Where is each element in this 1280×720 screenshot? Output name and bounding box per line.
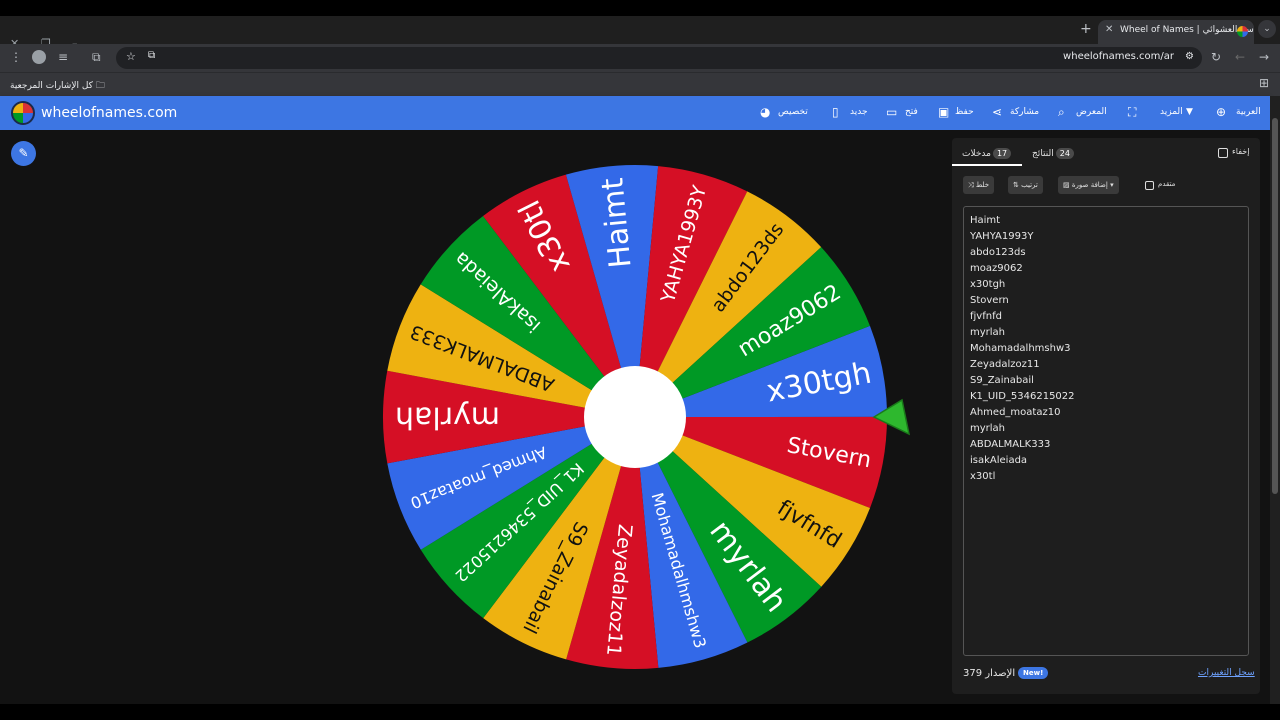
entry-line: ABDALMALK333 [970,439,1051,450]
shuffle-icon: ⤨ [968,181,974,189]
hide-label: إخفاء [1232,147,1250,156]
entry-line: x30tl [970,471,996,482]
sort-button[interactable]: ⇅ ترتيب [1008,176,1043,194]
tab-results[interactable]: النتائج 24 [1032,148,1076,159]
page-scrollbar[interactable] [1270,96,1280,704]
bottom-edge [0,704,1280,720]
entry-line: moaz9062 [970,263,1023,274]
entry-line: x30tgh [970,279,1006,290]
entries-tab-label: مدخلات [962,149,991,159]
entries-textarea[interactable]: Haimt YAHYA1993Y abdo123ds moaz9062 x30tgh St… [963,206,1249,656]
entry-line: Haimt [970,215,1001,226]
sort-label: ترتيب [1021,181,1038,189]
entry-line: isakAleiada [970,455,1028,466]
entries-count-badge: 17 [992,148,1012,159]
entry-line: Stovern [970,295,1009,306]
shuffle-label: خلط [975,181,990,189]
add-image-button[interactable]: ▨ إضافة صورة ▾ [1058,176,1119,194]
entries-panel: مدخلات 17 النتائج 24 إخفاء ⤨ خلط ⇅ ترتيب ▨… [952,138,1260,694]
entry-line: K1_UID_5346215022 [970,391,1075,402]
active-tab-indicator [952,164,1022,166]
entry-line: abdo123ds [970,247,1026,258]
entry-line: Mohamadalhmshw3 [970,343,1071,354]
entry-line: myrlah [970,327,1006,338]
entry-line: Ahmed_moataz10 [970,407,1061,418]
caret-down-icon: ▾ [1110,181,1114,189]
entry-line: YAHYA1993Y [970,231,1034,242]
wheel-segment-label: myrlah [395,400,500,435]
wheel-center-button[interactable] [584,366,686,468]
new-badge[interactable]: New! [1018,667,1049,679]
version-label: 379 الإصدار [963,668,1016,679]
entry-line: S9_Zainabail [970,375,1034,386]
advanced-checkbox[interactable] [1145,181,1154,190]
hide-checkbox[interactable] [1218,148,1228,158]
tab-entries[interactable]: مدخلات 17 [962,148,1013,159]
entry-line: Zeyadalzoz11 [970,359,1040,370]
results-tab-label: النتائج [1032,149,1054,159]
results-count-badge: 24 [1055,148,1074,159]
sort-icon: ⇅ [1013,181,1019,189]
scrollbar-thumb[interactable] [1272,118,1278,494]
entry-line: myrlah [970,423,1006,434]
advanced-label: متقدم [1158,180,1176,188]
changelog-link[interactable]: سجل التغييرات [1198,668,1255,678]
add-image-label: إضافة صورة [1071,181,1108,189]
entries-list: Haimt YAHYA1993Y abdo123ds moaz9062 x30tgh St… [970,213,1242,485]
shuffle-button[interactable]: ⤨ خلط [963,176,995,194]
image-icon: ▨ [1063,181,1070,189]
entry-line: fjvfnfd [970,311,1002,322]
